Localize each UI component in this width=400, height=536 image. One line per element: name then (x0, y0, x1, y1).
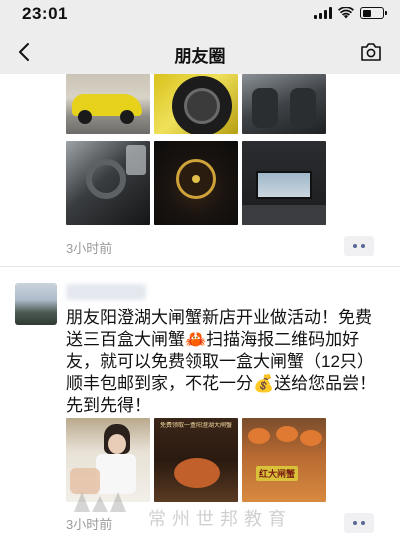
post1-more-button[interactable] (344, 236, 374, 256)
dot-icon (361, 244, 365, 248)
camera-button[interactable] (360, 42, 382, 62)
post2-more-button[interactable] (344, 513, 374, 533)
nav-bar: 朋友圈 (0, 30, 400, 74)
watermark-text: 常州世邦教育 (148, 509, 292, 530)
post-text: 朋友阳澄湖大闸蟹新店开业做活动！免费送三百盒大闸蟹🦀扫描海报二维码加好友，就可以… (66, 308, 377, 415)
post1-image-dashboard-vents[interactable] (66, 141, 150, 225)
post1-image-instrument-cluster[interactable] (154, 141, 238, 225)
post1-image-car-exterior[interactable] (66, 74, 150, 134)
platter-caption: 红大闸蟹 (256, 466, 299, 481)
post1-image-interior-screen[interactable] (242, 141, 326, 225)
dot-icon (353, 521, 357, 525)
camera-icon (361, 43, 381, 61)
post-divider (0, 266, 400, 267)
status-time: 23:01 (22, 4, 68, 23)
post1-image-car-wheel[interactable] (154, 74, 238, 134)
status-bar: 23:01 (0, 0, 400, 30)
post1-time: 3小时前 (66, 241, 113, 256)
post1-image-grid-row2 (66, 141, 326, 225)
dot-icon (361, 521, 365, 525)
post2-image-promo-poster[interactable]: 免费领取一盒阳澄湖大闸蟹 (154, 418, 238, 502)
post2-time: 3小时前 (66, 517, 113, 532)
status-icons (314, 7, 387, 19)
wifi-icon (338, 7, 354, 19)
author-name-blurred[interactable] (66, 284, 146, 300)
signal-icon (314, 7, 332, 19)
dot-icon (353, 244, 357, 248)
post2-image-crab-platter[interactable]: 红大闸蟹 (242, 418, 326, 502)
battery-icon (360, 7, 387, 19)
watermark-logo (74, 492, 126, 512)
avatar[interactable] (15, 283, 57, 325)
post1-image-grid (66, 74, 326, 134)
poster-caption: 免费领取一盒阳澄湖大闸蟹 (159, 423, 232, 429)
post1-image-car-seats[interactable] (242, 74, 326, 134)
page-title: 朋友圈 (174, 47, 226, 66)
